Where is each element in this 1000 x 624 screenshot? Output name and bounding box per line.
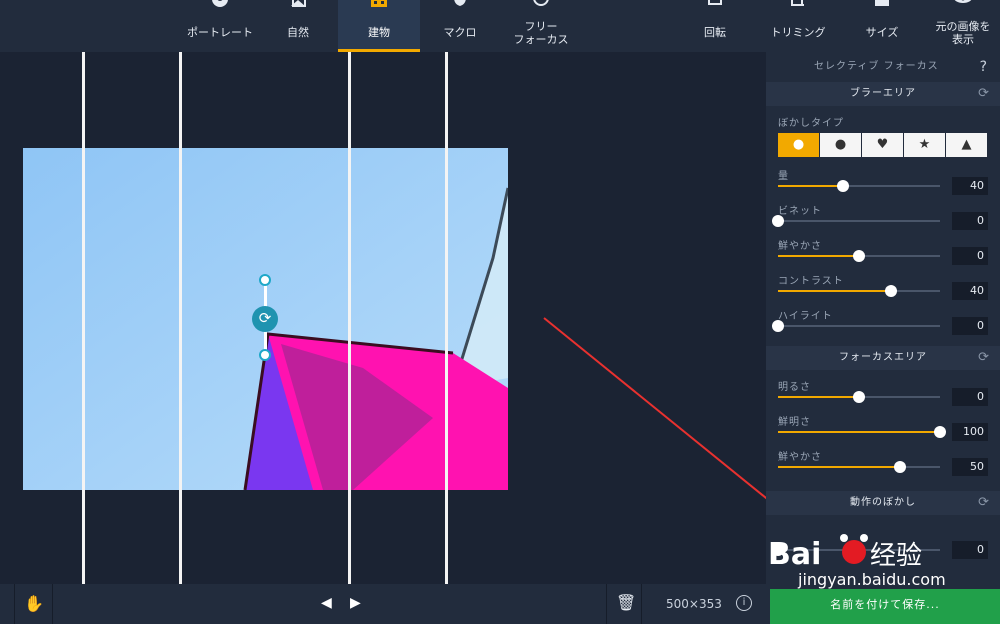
slider-track: [772, 320, 940, 332]
slider-row[interactable]: ビネット 0: [766, 200, 1000, 235]
baidu-watermark: Bai 经验 jingyan.baidu.com: [768, 528, 958, 598]
slider-label: 明るさ: [778, 382, 811, 393]
slider-label: 鮮やかさ: [778, 452, 822, 463]
slider-value[interactable]: 40: [952, 177, 988, 195]
portrait-icon: [212, 0, 228, 7]
tool-building[interactable]: 建物: [338, 0, 420, 52]
svg-text:Bai: Bai: [768, 537, 821, 572]
slider-value[interactable]: 0: [952, 317, 988, 335]
tool-rotate[interactable]: 回転: [690, 0, 740, 52]
rotate-icon: [708, 0, 722, 5]
tool-nature[interactable]: 自然: [264, 0, 332, 52]
blur-type-label: ぼかしタイプ: [778, 118, 844, 129]
slider-knob[interactable]: [772, 215, 784, 227]
slider-row[interactable]: 鮮明さ 100: [766, 411, 1000, 446]
slider-row[interactable]: コントラスト 40: [766, 270, 1000, 305]
blur-area-title: ブラーエリア ⟳: [766, 82, 1000, 106]
blur-type-selector: ● ● ♥ ★ ▲: [778, 133, 988, 157]
prev-image-icon[interactable]: ◀: [321, 595, 332, 611]
image-canvas[interactable]: ⟳: [0, 52, 766, 584]
slider-value[interactable]: 40: [952, 282, 988, 300]
blur-type-circle-icon[interactable]: ●: [778, 133, 819, 157]
building-icon: [371, 0, 387, 7]
blur-type-star-icon[interactable]: ★: [904, 133, 945, 157]
slider-row[interactable]: 鮮やかさ 0: [766, 235, 1000, 270]
slider-knob[interactable]: [934, 426, 946, 438]
tool-portrait[interactable]: ポートレート: [184, 0, 256, 52]
watermark-url: jingyan.baidu.com: [798, 570, 946, 589]
svg-text:经验: 经验: [870, 541, 922, 571]
tool-crop[interactable]: トリミング: [762, 0, 834, 52]
slider-track: [778, 391, 940, 403]
slider-fill: [778, 431, 940, 433]
slider-fill: [778, 255, 859, 257]
red-arrow-annotation: [543, 317, 766, 500]
eye-icon: [954, 0, 972, 3]
slider-knob[interactable]: [885, 285, 898, 297]
selective-focus-panel: セレクティブ フォーカス ? ブラーエリア ⟳ ぼかしタイプ ● ● ♥ ★ ▲…: [766, 52, 1000, 588]
blur-type-heart-icon[interactable]: ♥: [862, 133, 903, 157]
blur-type-bokeh-icon[interactable]: ●: [820, 133, 861, 157]
hand-tool-icon[interactable]: ✋: [24, 594, 44, 613]
slider-knob[interactable]: [853, 391, 865, 403]
reset-focus-icon[interactable]: ⟳: [978, 346, 990, 370]
slider-knob[interactable]: [853, 250, 865, 262]
tool-resize[interactable]: サイズ: [854, 0, 910, 52]
image-dimensions: 500×353: [666, 597, 722, 611]
top-toolbar: ポートレート 自然 建物 マクロ フリー フォーカス 回転 トリミング サイズ …: [0, 0, 1000, 52]
panel-header: セレクティブ フォーカス ?: [766, 52, 1000, 82]
slider-track: [772, 215, 940, 227]
slider-track: [778, 426, 946, 438]
motion-blur-title: 動作のぼかし ⟳: [766, 491, 1000, 515]
slider-row[interactable]: 量 40: [766, 165, 1000, 200]
next-image-icon[interactable]: ▶: [350, 595, 361, 611]
slider-track: [778, 461, 940, 473]
free-focus-icon: [533, 0, 549, 6]
reset-motion-icon[interactable]: ⟳: [978, 491, 990, 515]
slider-value[interactable]: 0: [952, 247, 988, 265]
macro-icon: [454, 0, 466, 6]
reset-blur-icon[interactable]: ⟳: [978, 82, 990, 106]
slider-fill: [778, 290, 892, 292]
tool-free-focus[interactable]: フリー フォーカス: [500, 0, 582, 52]
resize-icon: [875, 0, 889, 6]
slider-track: [778, 250, 940, 262]
baidu-logo: Bai 经验: [768, 534, 922, 572]
crop-icon: [791, 0, 804, 6]
trash-icon[interactable]: 🗑: [616, 593, 636, 612]
focus-area-title: フォーカスエリア ⟳: [766, 346, 1000, 370]
slider-label: 鮮やかさ: [778, 241, 822, 252]
slider-knob[interactable]: [772, 320, 784, 332]
slider-track: [778, 285, 940, 297]
slider-label: ハイライト: [778, 311, 833, 322]
slider-value[interactable]: 50: [952, 458, 988, 476]
slider-label: 鮮明さ: [778, 417, 811, 428]
slider-knob[interactable]: [893, 461, 906, 473]
slider-fill: [778, 185, 843, 187]
slider-fill: [778, 396, 859, 398]
slider-track: [778, 180, 940, 192]
slider-value[interactable]: 100: [952, 423, 988, 441]
slider-row[interactable]: 鮮やかさ 50: [766, 446, 1000, 481]
slider-value[interactable]: 0: [952, 212, 988, 230]
slider-knob[interactable]: [836, 180, 849, 192]
help-icon[interactable]: ?: [980, 52, 988, 82]
slider-fill: [778, 466, 900, 468]
slider-label: コントラスト: [778, 276, 844, 287]
info-icon[interactable]: i: [736, 595, 752, 611]
tool-macro[interactable]: マクロ: [424, 0, 496, 52]
slider-row[interactable]: ハイライト 0: [766, 305, 1000, 340]
blur-type-triangle-icon[interactable]: ▲: [946, 133, 987, 157]
slider-row[interactable]: 明るさ 0: [766, 376, 1000, 411]
slider-label: ビネット: [778, 206, 822, 217]
nature-icon: [291, 0, 306, 7]
show-original-button[interactable]: 元の画像を 表示: [928, 0, 998, 52]
slider-value[interactable]: 0: [952, 388, 988, 406]
slider-label: 量: [778, 171, 789, 182]
